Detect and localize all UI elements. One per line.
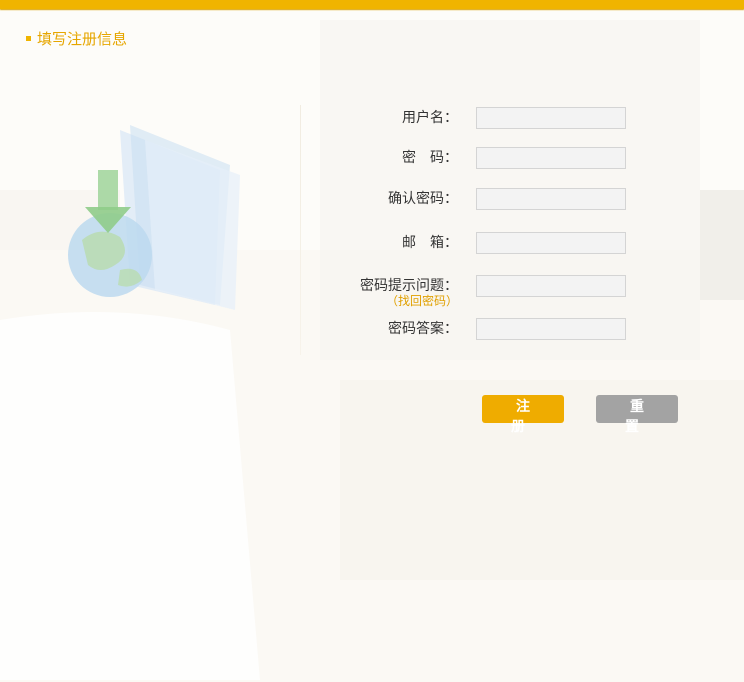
answer-label: 密码答案： — [388, 321, 458, 337]
register-button[interactable]: 注 册 — [482, 395, 564, 435]
email-label: 邮 箱： — [402, 235, 458, 251]
email-row: 邮 箱： — [320, 232, 640, 256]
username-label: 用户名： — [402, 110, 458, 126]
answer-input[interactable] — [476, 318, 626, 340]
password-input[interactable] — [476, 147, 626, 169]
question-row: 密码提示问题： （找回密码） — [320, 275, 640, 308]
top-accent-bar — [0, 0, 744, 9]
email-input[interactable] — [476, 232, 626, 254]
globe-download-icon — [68, 125, 240, 310]
question-input[interactable] — [476, 275, 626, 297]
username-input[interactable] — [476, 107, 626, 129]
recover-password-link[interactable]: （找回密码） — [386, 292, 458, 309]
confirm-password-row: 确认密码： — [320, 188, 640, 212]
confirm-password-label: 确认密码： — [388, 191, 458, 207]
answer-row: 密码答案： — [320, 318, 640, 342]
section-title-text: 填写注册信息 — [37, 29, 128, 48]
section-title: 填写注册信息 — [26, 28, 127, 48]
password-row: 密 码： — [320, 147, 640, 171]
title-bullet-icon — [26, 35, 31, 41]
username-row: 用户名： — [320, 107, 640, 131]
vertical-divider — [300, 105, 301, 355]
reset-button[interactable]: 重 置 — [596, 395, 678, 435]
confirm-password-input[interactable] — [476, 188, 626, 210]
password-label: 密 码： — [402, 150, 458, 166]
